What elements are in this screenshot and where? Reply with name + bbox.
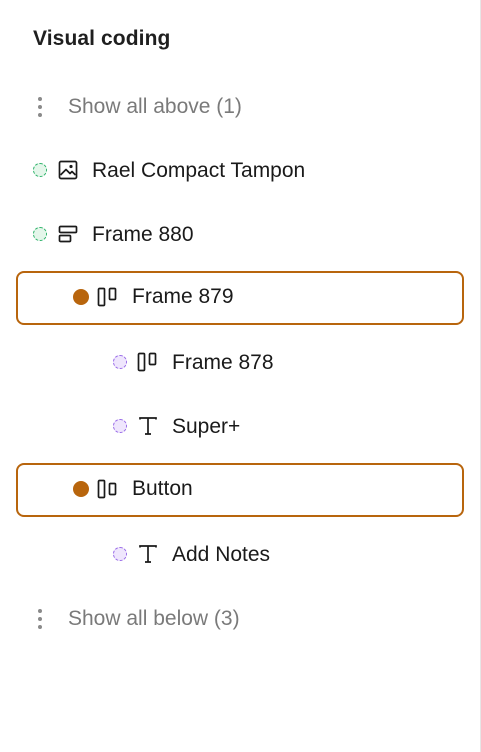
layer-item-frame-878[interactable]: Frame 878	[16, 336, 464, 390]
status-dot-purple	[113, 419, 127, 433]
layer-label: Rael Compact Tampon	[92, 159, 306, 182]
layer-label: Super+	[172, 415, 241, 438]
status-dot-purple	[113, 547, 127, 561]
vertical-layout-icon	[97, 478, 119, 500]
layer-label: Button	[132, 477, 193, 500]
text-icon	[137, 415, 159, 437]
more-vertical-icon	[38, 609, 42, 629]
show-all-above-label: Show all above (1)	[68, 95, 242, 118]
panel-title: Visual coding	[33, 27, 171, 50]
show-all-below-label: Show all below (3)	[68, 607, 240, 630]
status-dot-orange	[73, 289, 89, 305]
layer-item-add-notes[interactable]: Add Notes	[16, 528, 464, 582]
image-icon	[57, 159, 79, 181]
show-all-above-button[interactable]: Show all above (1)	[16, 80, 464, 134]
vertical-layout-icon	[97, 286, 119, 308]
status-dot-orange	[73, 481, 89, 497]
layer-item-rael-compact-tampon[interactable]: Rael Compact Tampon	[16, 144, 464, 198]
layers-panel: Visual coding Show all above (1) Rael Co…	[0, 0, 481, 752]
layer-item-frame-879[interactable]: Frame 879	[16, 271, 464, 325]
more-vertical-icon	[38, 97, 42, 117]
horizontal-layout-icon	[57, 223, 79, 245]
status-dot-green	[33, 227, 47, 241]
layer-item-super-plus[interactable]: Super+	[16, 400, 464, 454]
layer-item-button[interactable]: Button	[16, 463, 464, 517]
layer-label: Frame 879	[132, 285, 234, 308]
show-all-below-button[interactable]: Show all below (3)	[16, 592, 464, 646]
layer-item-frame-880[interactable]: Frame 880	[16, 208, 464, 262]
status-dot-purple	[113, 355, 127, 369]
layer-label: Add Notes	[172, 543, 271, 566]
vertical-layout-icon	[137, 351, 159, 373]
layer-label: Frame 878	[172, 351, 274, 374]
text-icon	[137, 543, 159, 565]
status-dot-green	[33, 163, 47, 177]
layer-label: Frame 880	[92, 223, 194, 246]
